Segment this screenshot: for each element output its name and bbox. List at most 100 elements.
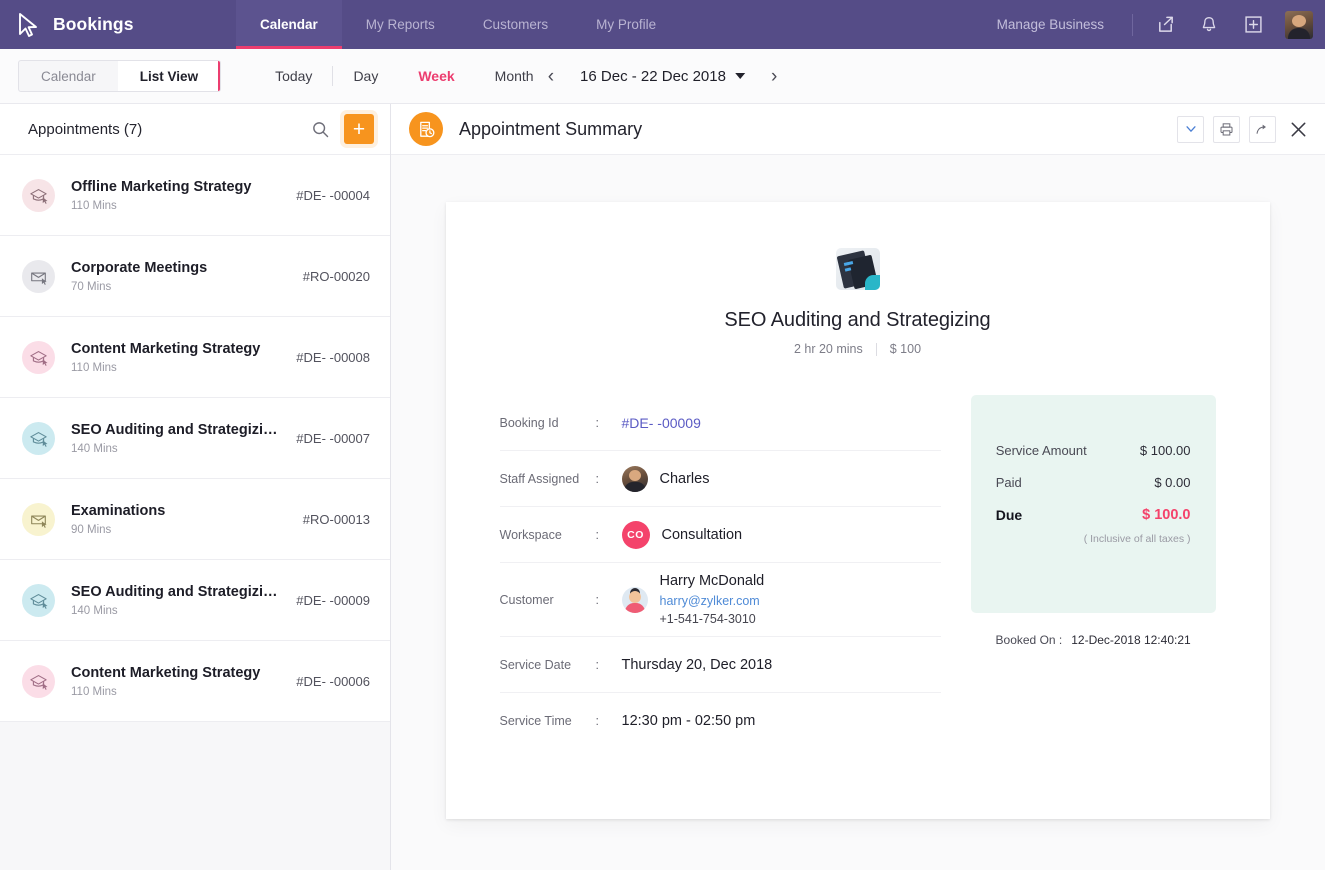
- date-range-label: 16 Dec - 22 Dec 2018: [580, 67, 726, 85]
- view-mode-segmented-control: Calendar List View: [18, 60, 222, 92]
- detail-row-workspace: Workspace : CO Consultation: [499, 507, 941, 563]
- date-range-selector[interactable]: 16 Dec - 22 Dec 2018: [580, 68, 745, 85]
- appointment-name: Examinations: [71, 502, 166, 519]
- appointment-list-item[interactable]: Examinations 90 Mins #RO-00013: [0, 479, 390, 560]
- detail-colon: :: [595, 471, 599, 486]
- divider: [1132, 13, 1133, 36]
- detail-colon: :: [595, 592, 599, 607]
- add-appointment-button[interactable]: +: [344, 114, 374, 144]
- period-week[interactable]: Week: [398, 68, 474, 84]
- detail-area: Booking Id : #DE- -00009 Staff Assigned …: [446, 356, 1270, 749]
- appointment-list-item[interactable]: Content Marketing Strategy 110 Mins #DE-…: [0, 317, 390, 398]
- appointment-type-icon: [22, 421, 55, 455]
- booked-on-label: Booked On :: [995, 633, 1063, 647]
- appointment-name: SEO Auditing and Strategizing: [71, 421, 281, 438]
- workspace-name: Consultation: [661, 526, 743, 543]
- appointment-list-item[interactable]: SEO Auditing and Strategizing 140 Mins #…: [0, 398, 390, 479]
- detail-row-staff-assigned: Staff Assigned : Charles: [499, 451, 941, 507]
- customer-name: Harry McDonald: [659, 573, 765, 589]
- workspace-value: CO Consultation: [621, 520, 743, 549]
- summary-header: Appointment Summary: [391, 104, 1325, 155]
- booking-id-value[interactable]: #DE- -00009: [622, 415, 701, 431]
- appointment-type-icon: [22, 502, 55, 536]
- nav-tab-my-reports[interactable]: My Reports: [342, 0, 459, 49]
- share-forward-icon[interactable]: [1249, 115, 1276, 143]
- appointment-id: #DE- -00006: [296, 673, 370, 689]
- appointment-text-block: SEO Auditing and Strategizing 140 Mins: [71, 421, 280, 456]
- share-external-icon[interactable]: [1143, 0, 1187, 49]
- appointment-name: Corporate Meetings: [71, 259, 208, 276]
- appointment-list-item[interactable]: SEO Auditing and Strategizing 140 Mins #…: [0, 560, 390, 641]
- brand[interactable]: Bookings: [0, 0, 236, 49]
- service-duration: 2 hr 20 mins: [793, 342, 863, 356]
- close-icon[interactable]: [1285, 115, 1311, 143]
- service-name: SEO Auditing and Strategizing: [724, 309, 991, 331]
- nav-tab-my-profile[interactable]: My Profile: [572, 0, 680, 49]
- service-thumbnail-image: [835, 248, 880, 290]
- appointment-text-block: Corporate Meetings 70 Mins: [71, 259, 287, 294]
- date-range-navigator: ‹ 16 Dec - 22 Dec 2018 ›: [542, 67, 784, 86]
- paid-value: $ 0.00: [1154, 475, 1191, 490]
- payment-row-due: Due $ 100.0: [996, 507, 1191, 523]
- main-nav-tabs: Calendar My Reports Customers My Profile: [236, 0, 680, 49]
- nav-tab-calendar[interactable]: Calendar: [236, 0, 342, 49]
- calendar-toolbar: Calendar List View Today Day Week Month …: [0, 49, 1325, 104]
- detail-label: Service Date: [499, 657, 572, 672]
- manage-business-link[interactable]: Manage Business: [979, 17, 1122, 32]
- due-label: Due: [995, 507, 1023, 523]
- workspace-initials-badge: CO: [621, 520, 650, 549]
- appointment-duration: 110 Mins: [71, 686, 117, 699]
- appointment-list-item[interactable]: Corporate Meetings 70 Mins #RO-00020: [0, 236, 390, 317]
- period-today[interactable]: Today: [255, 68, 332, 84]
- appointment-type-icon: [22, 583, 55, 617]
- detail-label: Customer: [499, 592, 554, 607]
- appointment-duration: 70 Mins: [71, 281, 112, 294]
- detail-row-service-date: Service Date : Thursday 20, Dec 2018: [499, 637, 941, 694]
- payment-row-paid: Paid $ 0.00: [996, 475, 1191, 490]
- appointment-id: #DE- -00009: [296, 592, 370, 608]
- page-body: Appointments (7) + Offline Marketing Str…: [0, 104, 1325, 870]
- service-date-value: Thursday 20, Dec 2018: [621, 656, 773, 673]
- segment-calendar[interactable]: Calendar: [19, 61, 118, 91]
- customer-email[interactable]: harry@zylker.com: [660, 592, 765, 610]
- staff-name: Charles: [659, 470, 710, 487]
- appointment-id: #RO-00013: [302, 511, 370, 527]
- customer-info-block: Harry McDonald harry@zylker.com +1-541-7…: [660, 571, 765, 628]
- appointment-duration: 140 Mins: [71, 443, 118, 456]
- sidebar-empty-space: [0, 722, 390, 870]
- plus-box-icon[interactable]: [1231, 0, 1275, 49]
- period-day[interactable]: Day: [333, 68, 398, 84]
- divider: [875, 342, 877, 356]
- appointment-text-block: Content Marketing Strategy 110 Mins: [71, 664, 280, 699]
- nav-tab-customers[interactable]: Customers: [459, 0, 572, 49]
- search-icon[interactable]: [311, 120, 330, 139]
- sidebar-header: Appointments (7) +: [0, 104, 390, 155]
- appointment-text-block: Content Marketing Strategy 110 Mins: [71, 340, 280, 375]
- appointment-list-item[interactable]: Offline Marketing Strategy 110 Mins #DE-…: [0, 155, 390, 236]
- chevron-down-icon: [734, 73, 745, 79]
- appointments-list: Offline Marketing Strategy 110 Mins #DE-…: [0, 155, 390, 722]
- top-right-actions: Manage Business: [979, 0, 1325, 49]
- cursor-logo-icon: [16, 12, 42, 38]
- brand-name: Bookings: [53, 14, 134, 34]
- user-avatar[interactable]: [1285, 10, 1313, 39]
- chevron-down-icon[interactable]: [1177, 115, 1204, 143]
- next-period-button[interactable]: ›: [765, 67, 783, 86]
- appointment-list-item[interactable]: Content Marketing Strategy 110 Mins #DE-…: [0, 641, 390, 722]
- appointment-id: #DE- -00008: [296, 349, 370, 365]
- detail-colon: :: [595, 415, 599, 430]
- detail-label: Service Time: [499, 714, 572, 729]
- customer-value: Harry McDonald harry@zylker.com +1-541-7…: [621, 571, 765, 628]
- appointment-summary-card: SEO Auditing and Strategizing 2 hr 20 mi…: [445, 202, 1270, 819]
- appointment-summary-panel: Appointment Summary SEO Auditing and Str…: [391, 104, 1325, 870]
- print-icon[interactable]: [1213, 115, 1240, 143]
- service-price: $ 100: [889, 342, 922, 356]
- prev-period-button[interactable]: ‹: [542, 67, 560, 86]
- staff-avatar: [621, 465, 648, 492]
- appointment-type-icon: [22, 340, 55, 374]
- service-time-value: 12:30 pm - 02:50 pm: [621, 713, 756, 730]
- segment-list-view[interactable]: List View: [117, 61, 221, 91]
- period-tabs: Today Day Week Month: [255, 66, 554, 86]
- bell-icon[interactable]: [1187, 0, 1231, 49]
- appointment-id: #DE- -00004: [296, 187, 370, 203]
